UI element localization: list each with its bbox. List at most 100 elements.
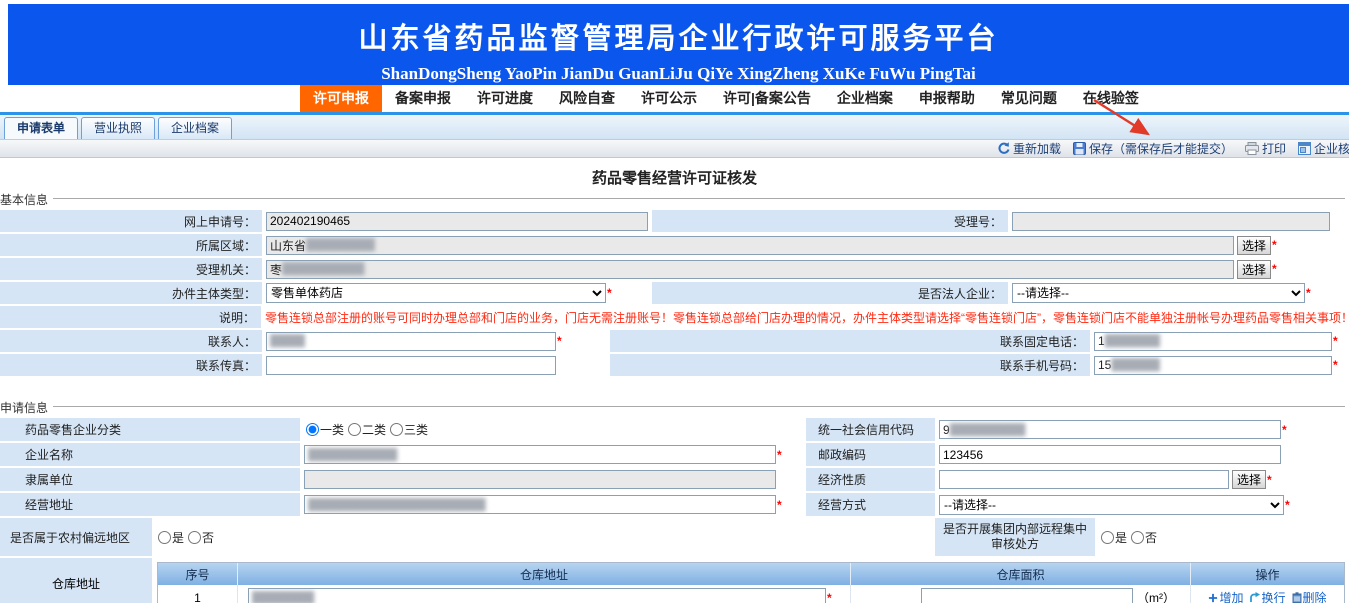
row-fax: 联系传真： 联系手机号码： 15 ███████ * (0, 354, 1349, 376)
page-title: 药品零售经营许可证核发 (0, 158, 1349, 188)
fieldset-line (0, 406, 1345, 407)
rural-no-label: 否 (202, 529, 214, 546)
required-asterisk: * (1285, 498, 1290, 512)
swap-row-button[interactable]: 换行 (1249, 589, 1285, 603)
legal-entity-label: 是否法人企业： (652, 282, 1008, 304)
remote-yes-radio[interactable] (1101, 531, 1114, 544)
nav-item-risk-selfcheck[interactable]: 风险自查 (546, 85, 628, 112)
accept-organ-input[interactable]: 枣 ████████████ (266, 260, 1234, 279)
nav-item-license-announcement[interactable]: 许可|备案公告 (710, 85, 824, 112)
economy-cell: 选择 * (935, 468, 1349, 491)
credit-code-input[interactable]: 9 ███████████ (939, 420, 1281, 439)
category-radio-2[interactable] (348, 423, 361, 436)
basic-info-legend: 基本信息 (0, 191, 53, 208)
note-label: 说明： (0, 306, 261, 328)
tab-application-form[interactable]: 申请表单 (4, 117, 78, 139)
business-address-label: 经营地址 (0, 493, 300, 516)
apply-info-fieldset: 申请信息 (0, 398, 1349, 413)
affiliation-input[interactable] (304, 470, 776, 489)
warehouse-address-input[interactable]: █████████ (248, 588, 826, 603)
warehouse-address-cell: █████████ * (238, 585, 851, 603)
accept-no-input[interactable] (1012, 212, 1330, 231)
rural-yes-radio[interactable] (158, 531, 171, 544)
fax-input[interactable] (266, 356, 556, 375)
online-apply-no-input[interactable] (266, 212, 648, 231)
economy-input[interactable] (939, 470, 1229, 489)
required-asterisk: * (1272, 262, 1277, 276)
nav-item-record-apply[interactable]: 备案申报 (382, 85, 464, 112)
region-value-prefix: 山东省 (270, 237, 306, 254)
accept-no-label: 受理号： (652, 210, 1008, 232)
region-select-button[interactable]: 选择 (1237, 236, 1271, 255)
category-radio-1[interactable] (306, 423, 319, 436)
company-name-input[interactable]: █████████████ (304, 445, 776, 464)
delete-row-button[interactable]: 删除 (1292, 589, 1327, 603)
region-input[interactable]: 山东省 ██████████ (266, 236, 1234, 255)
nav-item-online-verify[interactable]: 在线验签 (1070, 85, 1152, 112)
trash-icon (1292, 592, 1302, 603)
reload-button[interactable]: 重新加载 (997, 140, 1061, 157)
accept-organ-select-button[interactable]: 选择 (1237, 260, 1271, 279)
remote-no-label: 否 (1145, 529, 1157, 546)
tab-enterprise-archive[interactable]: 企业档案 (158, 117, 232, 139)
nav-item-license-progress[interactable]: 许可进度 (464, 85, 546, 112)
row-affiliation: 隶属单位 经济性质 选择 * (0, 468, 1349, 491)
business-mode-select[interactable]: --请选择-- (939, 495, 1284, 515)
subject-type-select[interactable]: 零售单体药店 (266, 283, 606, 303)
accept-organ-label: 受理机关： (0, 258, 262, 280)
warehouse-ops-cell: 增加 换行 删除 (1191, 585, 1344, 603)
required-asterisk: * (777, 448, 782, 462)
remote-no-radio[interactable] (1131, 531, 1144, 544)
warehouse-label: 仓库地址 (0, 558, 152, 603)
nav-item-license-publicity[interactable]: 许可公示 (628, 85, 710, 112)
fax-cell (262, 354, 610, 376)
add-row-button[interactable]: 增加 (1208, 589, 1243, 603)
warehouse-area-input[interactable] (921, 588, 1133, 603)
basic-info-rows: 网上申请号： 受理号： 所属区域： 山东省 ██████████ 选择 * 受理… (0, 210, 1349, 376)
col-header-seq: 序号 (158, 563, 238, 585)
nav-item-apply-help[interactable]: 申报帮助 (906, 85, 988, 112)
landline-input[interactable]: 1 ████████ (1094, 332, 1332, 351)
category-radio-3[interactable] (390, 423, 403, 436)
affiliation-label: 隶属单位 (0, 468, 300, 491)
row-retail-category: 药品零售企业分类 一类 二类 三类 统一社会信用代码 9 ███████████… (0, 418, 1349, 441)
warehouse-address-redacted: █████████ (252, 592, 313, 603)
required-asterisk: * (1282, 423, 1287, 437)
nav-item-license-apply[interactable]: 许可申报 (300, 85, 382, 112)
online-apply-no-cell (262, 210, 652, 232)
remote-review-label: 是否开展集团内部远程集中 审核处方 (935, 518, 1095, 556)
enterprise-verify-button[interactable]: 企业核验 (1298, 140, 1349, 157)
legal-entity-select[interactable]: --请选择-- (1012, 283, 1305, 303)
subject-type-label: 办件主体类型： (0, 282, 262, 304)
contact-person-input[interactable]: █████ (266, 332, 556, 351)
mobile-input[interactable]: 15 ███████ (1094, 356, 1332, 375)
postcode-input[interactable] (939, 445, 1281, 464)
rural-no-radio[interactable] (188, 531, 201, 544)
warehouse-row-1: 1 █████████ * （m²） 增加 (158, 585, 1344, 603)
col-header-area: 仓库面积 (851, 563, 1191, 585)
business-address-input[interactable]: ██████████████████████████ (304, 495, 776, 514)
nav-item-faq[interactable]: 常见问题 (988, 85, 1070, 112)
site-subtitle: ShanDongSheng YaoPin JianDu GuanLiJu QiY… (8, 64, 1349, 84)
rural-yes-label: 是 (172, 529, 184, 546)
business-address-cell: ██████████████████████████ * (300, 493, 806, 516)
economy-select-button[interactable]: 选择 (1232, 470, 1266, 489)
apply-info-rows: 药品零售企业分类 一类 二类 三类 统一社会信用代码 9 ███████████… (0, 418, 1349, 603)
remote-yes-label: 是 (1115, 529, 1127, 546)
portal-page: { "colors": { "header_bg": "#0b57ee", "n… (0, 4, 1349, 603)
business-address-redacted: ██████████████████████████ (308, 499, 485, 511)
contact-person-cell: █████ * (262, 330, 610, 352)
col-header-address: 仓库地址 (238, 563, 851, 585)
credit-code-label: 统一社会信用代码 (806, 418, 935, 441)
row-subject-type: 办件主体类型： 零售单体药店 * 是否法人企业： --请选择-- * (0, 282, 1349, 304)
print-button[interactable]: 打印 (1245, 140, 1286, 157)
nav-item-enterprise-archive[interactable]: 企业档案 (824, 85, 906, 112)
row-contact-person: 联系人： █████ * 联系固定电话： 1 ████████ * (0, 330, 1349, 352)
landline-value-prefix: 1 (1098, 334, 1105, 348)
save-button[interactable]: 保存（需保存后才能提交） (1073, 140, 1233, 157)
business-mode-label: 经营方式 (806, 493, 935, 516)
tab-business-license[interactable]: 营业执照 (81, 117, 155, 139)
row-company-name: 企业名称 █████████████ * 邮政编码 (0, 443, 1349, 466)
company-name-redacted: █████████████ (308, 449, 396, 461)
landline-cell: 1 ████████ * (1090, 330, 1349, 352)
